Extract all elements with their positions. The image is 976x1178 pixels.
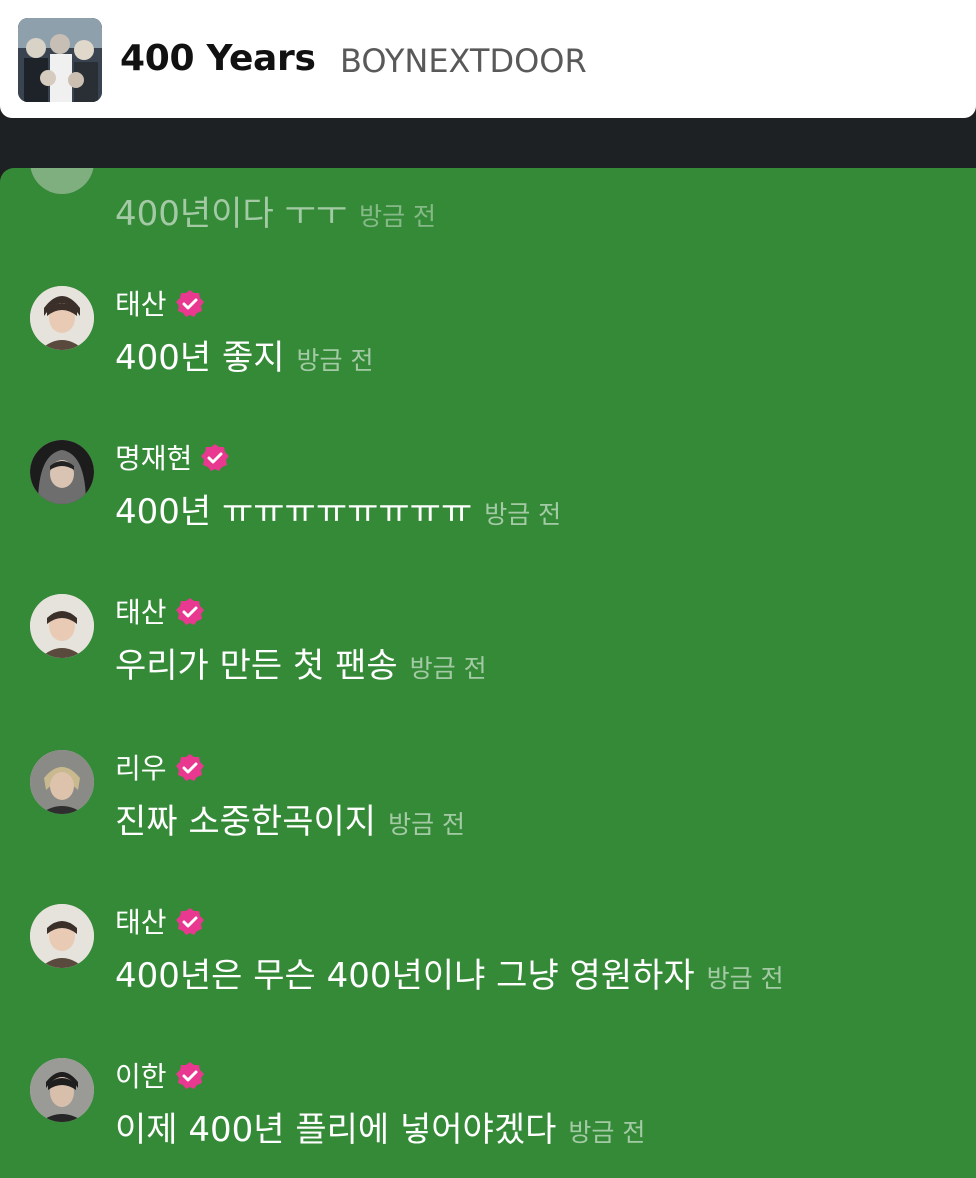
divider [0, 118, 976, 170]
message-text: 400년이다 ㅜㅜ [115, 194, 348, 234]
verified-badge-icon [175, 1062, 204, 1089]
message-text: 우리가 만든 첫 팬송 [115, 646, 398, 686]
verified-badge-icon [175, 908, 204, 935]
chat-panel[interactable]: 400년이다 ㅜㅜ 방금 전 태산 400년 좋지 방금 전 명재현 400년 … [0, 168, 976, 1178]
message-timestamp: 방금 전 [359, 202, 437, 231]
username: 리우 [115, 752, 167, 785]
avatar[interactable] [30, 750, 94, 814]
username: 태산 [115, 596, 167, 629]
message-text: 400년 ㅠㅠㅠㅠㅠㅠㅠㅠ [115, 492, 473, 532]
message-text: 이제 400년 플리에 넣어야겠다 [115, 1110, 557, 1150]
message-timestamp: 방금 전 [706, 964, 784, 993]
avatar[interactable] [30, 594, 94, 658]
track-title: 400 Years [120, 38, 316, 79]
verified-badge-icon [175, 754, 204, 781]
message-text: 진짜 소중한곡이지 [115, 802, 377, 842]
artist-name: BOYNEXTDOOR [340, 42, 587, 80]
verified-badge-icon [175, 290, 204, 317]
avatar[interactable] [30, 904, 94, 968]
message-timestamp: 방금 전 [296, 346, 374, 375]
avatar[interactable] [30, 168, 94, 194]
verified-badge-icon [201, 444, 230, 471]
avatar[interactable] [30, 1058, 94, 1122]
message-text: 400년 좋지 [115, 338, 285, 378]
now-playing-header[interactable]: 400 Years BOYNEXTDOOR [0, 0, 976, 118]
username: 태산 [115, 288, 167, 321]
avatar[interactable] [30, 286, 94, 350]
username: 명재현 [115, 442, 193, 475]
message-timestamp: 방금 전 [388, 810, 466, 839]
album-art[interactable] [18, 18, 102, 102]
message-timestamp: 방금 전 [484, 500, 562, 529]
username: 이한 [115, 1060, 167, 1093]
avatar[interactable] [30, 440, 94, 504]
message-timestamp: 방금 전 [568, 1118, 646, 1147]
username: 태산 [115, 906, 167, 939]
message-timestamp: 방금 전 [409, 654, 487, 683]
message-text: 400년은 무슨 400년이냐 그냥 영원하자 [115, 956, 695, 996]
verified-badge-icon [175, 598, 204, 625]
